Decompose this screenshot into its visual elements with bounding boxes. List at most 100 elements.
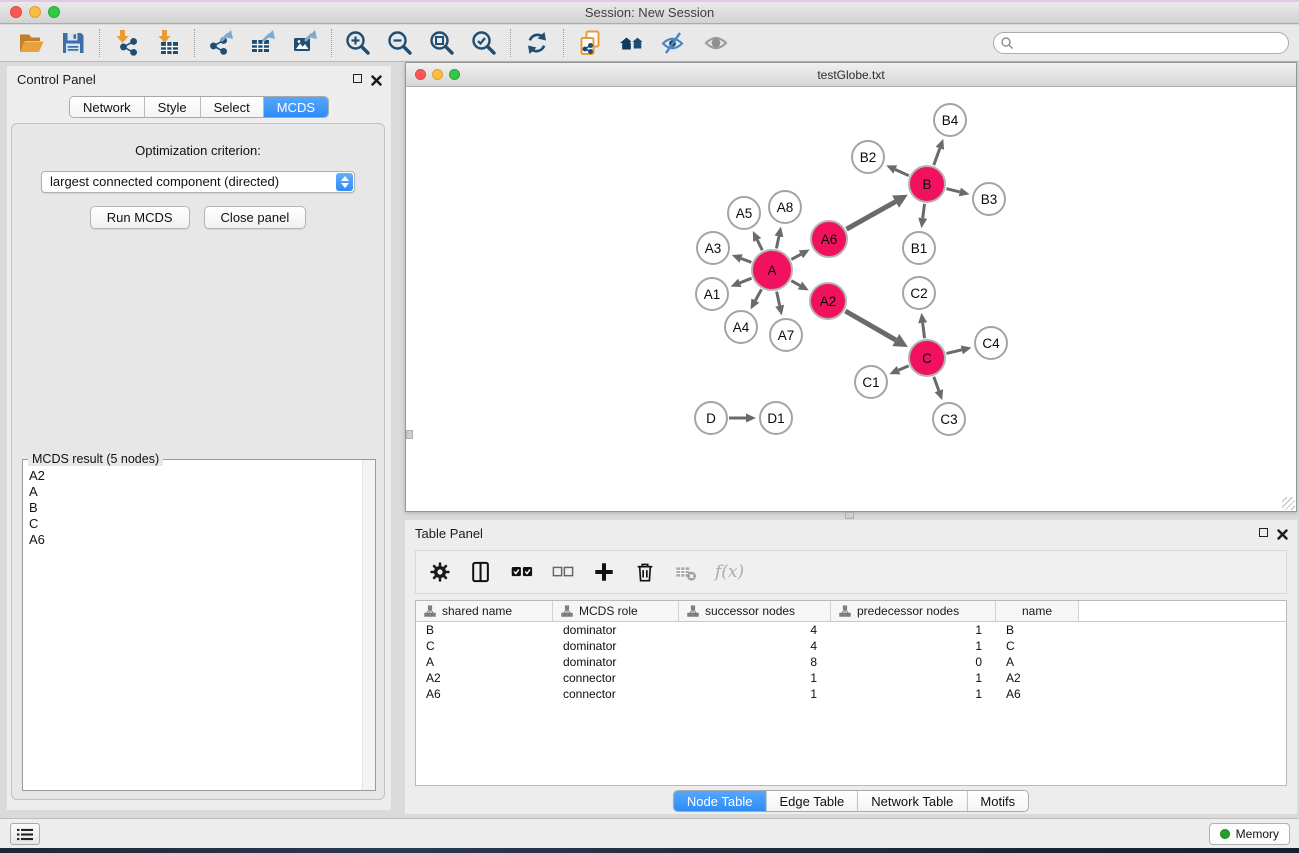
cell-MCDS-role[interactable]: dominator	[553, 654, 679, 670]
cell-name[interactable]: A2	[996, 670, 1079, 686]
column-header-predecessor-nodes[interactable]: predecessor nodes	[831, 601, 996, 621]
cell-name[interactable]: A6	[996, 686, 1079, 702]
cell-successor-nodes[interactable]: 4	[679, 638, 831, 654]
result-scrollbar[interactable]	[362, 460, 375, 790]
result-item-b[interactable]: B	[29, 500, 361, 516]
column-header-MCDS-role[interactable]: MCDS role	[553, 601, 679, 621]
result-item-a[interactable]: A	[29, 484, 361, 500]
cell-name[interactable]: B	[996, 622, 1079, 638]
cell-MCDS-role[interactable]: dominator	[553, 638, 679, 654]
table-tab-node-table[interactable]: Node Table	[674, 791, 767, 811]
zoom-selected-button[interactable]	[463, 27, 505, 59]
export-network-button[interactable]	[200, 27, 242, 59]
table-tab-network-table[interactable]: Network Table	[858, 791, 967, 811]
save-session-button[interactable]	[52, 27, 94, 59]
graph-node-C1[interactable]: C1	[854, 365, 888, 399]
cell-successor-nodes[interactable]: 1	[679, 670, 831, 686]
edge-A-A1[interactable]	[740, 278, 752, 283]
table-tab-edge-table[interactable]: Edge Table	[766, 791, 858, 811]
graph-node-A6[interactable]: A6	[810, 220, 848, 258]
window-resize-grip[interactable]	[1282, 497, 1295, 510]
cell-successor-nodes[interactable]: 8	[679, 654, 831, 670]
network-canvas[interactable]: AA1A2A3A4A5A6A7A8BB1B2B3B4CC1C2C3C4DD1	[406, 88, 1296, 511]
cell-successor-nodes[interactable]: 1	[679, 686, 831, 702]
graph-node-B[interactable]: B	[908, 165, 946, 203]
delete-table-button[interactable]	[674, 560, 698, 584]
graph-node-A4[interactable]: A4	[724, 310, 758, 344]
cell-predecessor-nodes[interactable]: 1	[831, 638, 996, 654]
table-row-a2[interactable]: A2connector11A2	[416, 670, 1286, 686]
create-column-button[interactable]	[592, 560, 616, 584]
table-row-c[interactable]: Cdominator41C	[416, 638, 1286, 654]
cell-shared-name[interactable]: A6	[416, 686, 553, 702]
table-row-a6[interactable]: A6connector11A6	[416, 686, 1286, 702]
import-network-button[interactable]	[105, 27, 147, 59]
cell-successor-nodes[interactable]: 4	[679, 622, 831, 638]
cell-MCDS-role[interactable]: connector	[553, 686, 679, 702]
criterion-select[interactable]: largest connected component (directed)	[41, 171, 355, 193]
graph-node-B4[interactable]: B4	[933, 103, 967, 137]
hide-selected-button[interactable]	[653, 27, 695, 59]
result-item-a2[interactable]: A2	[29, 468, 361, 484]
cell-predecessor-nodes[interactable]: 1	[831, 686, 996, 702]
table-row-b[interactable]: Bdominator41B	[416, 622, 1286, 638]
edge-C-C4[interactable]	[946, 350, 961, 354]
graph-node-B3[interactable]: B3	[972, 182, 1006, 216]
delete-column-button[interactable]	[633, 560, 657, 584]
new-network-from-selection-button[interactable]	[569, 27, 611, 59]
cell-name[interactable]: A	[996, 654, 1079, 670]
export-image-button[interactable]	[284, 27, 326, 59]
zoom-fit-button[interactable]	[421, 27, 463, 59]
import-table-button[interactable]	[147, 27, 189, 59]
close-control-panel-icon[interactable]	[371, 73, 382, 84]
edge-B-B2[interactable]	[895, 169, 909, 175]
cell-predecessor-nodes[interactable]: 0	[831, 654, 996, 670]
edge-B-B3[interactable]	[946, 189, 959, 192]
edge-A6-B[interactable]	[846, 202, 895, 230]
result-item-a6[interactable]: A6	[29, 532, 361, 548]
edge-A-A7[interactable]	[777, 292, 780, 306]
vertical-split-handle[interactable]	[406, 430, 413, 439]
cell-name[interactable]: C	[996, 638, 1079, 654]
open-session-button[interactable]	[10, 27, 52, 59]
graph-node-C4[interactable]: C4	[974, 326, 1008, 360]
graph-node-D[interactable]: D	[694, 401, 728, 435]
graph-node-C3[interactable]: C3	[932, 402, 966, 436]
select-all-button[interactable]	[510, 560, 534, 584]
column-header-successor-nodes[interactable]: successor nodes	[679, 601, 831, 621]
refresh-view-button[interactable]	[516, 27, 558, 59]
edge-A-A6[interactable]	[791, 254, 801, 259]
column-header-name[interactable]: name	[996, 601, 1079, 621]
edge-B-B4[interactable]	[934, 148, 940, 165]
memory-button[interactable]: Memory	[1209, 823, 1290, 845]
float-panel-icon[interactable]	[353, 74, 362, 83]
graph-node-A5[interactable]: A5	[727, 196, 761, 230]
run-mcds-button[interactable]: Run MCDS	[90, 206, 190, 229]
table-tab-motifs[interactable]: Motifs	[967, 791, 1028, 811]
function-builder-icon[interactable]: f(x)	[715, 562, 744, 582]
show-all-button[interactable]	[695, 27, 737, 59]
edge-A2-C[interactable]	[845, 311, 895, 340]
cell-shared-name[interactable]: A	[416, 654, 553, 670]
edge-C-C3[interactable]	[934, 377, 939, 391]
tab-select[interactable]: Select	[201, 97, 264, 117]
edge-A-A4[interactable]	[755, 289, 761, 300]
edge-B-B1[interactable]	[923, 204, 925, 218]
search-input[interactable]	[993, 32, 1289, 54]
cell-predecessor-nodes[interactable]: 1	[831, 622, 996, 638]
horizontal-split-handle[interactable]	[845, 512, 854, 519]
edge-A-A5[interactable]	[757, 240, 762, 250]
cell-MCDS-role[interactable]: connector	[553, 670, 679, 686]
edge-C-C1[interactable]	[899, 366, 909, 370]
graph-node-A8[interactable]: A8	[768, 190, 802, 224]
edge-A-A8[interactable]	[776, 236, 778, 248]
zoom-in-button[interactable]	[337, 27, 379, 59]
tab-network[interactable]: Network	[70, 97, 145, 117]
result-item-c[interactable]: C	[29, 516, 361, 532]
tab-style[interactable]: Style	[145, 97, 201, 117]
network-window-titlebar[interactable]: testGlobe.txt	[406, 63, 1296, 87]
close-panel-button[interactable]: Close panel	[204, 206, 307, 229]
close-table-panel-icon[interactable]	[1277, 527, 1288, 538]
table-settings-gear-button[interactable]	[428, 560, 452, 584]
edge-A-A3[interactable]	[741, 258, 751, 262]
